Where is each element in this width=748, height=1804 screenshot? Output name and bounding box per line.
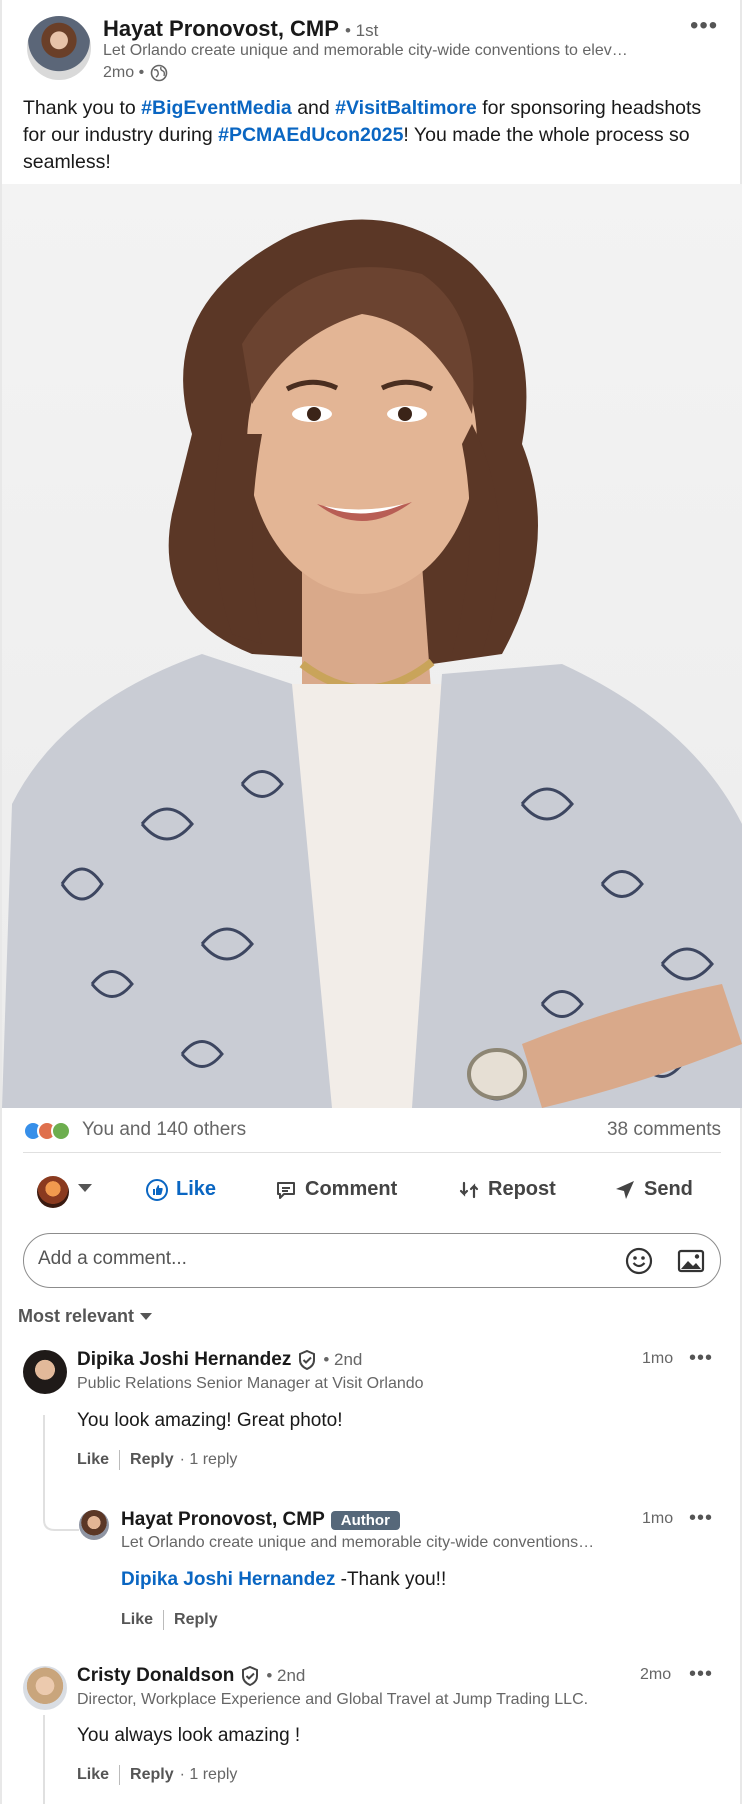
reaction-icons[interactable]	[23, 1118, 71, 1144]
comment-label: Comment	[305, 1178, 398, 1200]
hashtag-link[interactable]: #VisitBaltimore	[335, 97, 477, 119]
comment-time: 1mo	[642, 1350, 674, 1367]
separator	[163, 1610, 165, 1630]
reply-count[interactable]: · 1 reply	[180, 1766, 238, 1784]
comment-box[interactable]	[23, 1233, 721, 1288]
comment-body: You always look amazing !	[77, 1725, 301, 1746]
repost-label: Repost	[488, 1178, 556, 1200]
post-time-text: 2mo •	[103, 64, 145, 81]
emoji-icon[interactable]	[625, 1247, 653, 1275]
connection-degree: • 2nd	[266, 1666, 306, 1685]
divider	[23, 1152, 721, 1153]
reply-author-line: Hayat Pronovost, CMP Author	[121, 1509, 400, 1531]
author-avatar[interactable]	[27, 16, 91, 80]
comment-item: Dipika Joshi Hernandez • 2nd Public Rela…	[0, 1345, 742, 1475]
image-icon[interactable]	[677, 1248, 705, 1274]
sort-label: Most relevant	[18, 1306, 135, 1326]
comment-actions: Like Reply · 1 reply	[77, 1450, 237, 1470]
send-icon	[616, 1180, 634, 1199]
post-text: Thank you to #BigEventMedia and #VisitBa…	[23, 95, 728, 176]
commenter-name[interactable]: Cristy Donaldson	[77, 1665, 234, 1687]
post-text-segment: and	[291, 97, 336, 119]
reply-text: -Thank you!!	[335, 1569, 447, 1590]
post-timestamp: 2mo •	[103, 64, 168, 82]
post-text-segment: Thank you to	[23, 97, 142, 119]
author-headline: Let Orlando create unique and memorable …	[103, 42, 628, 59]
comment-icon	[277, 1181, 295, 1199]
comment-reply-button[interactable]: Reply	[130, 1766, 174, 1784]
post-image[interactable]	[2, 184, 742, 1108]
reply-time: 1mo	[642, 1510, 674, 1527]
verified-icon	[242, 1666, 259, 1686]
author-name[interactable]: Hayat Pronovost, CMP	[103, 16, 339, 42]
send-label: Send	[644, 1178, 693, 1200]
mention-link[interactable]: Dipika Joshi Hernandez	[121, 1569, 335, 1590]
commenter-headline: Public Relations Senior Manager at Visit…	[77, 1375, 424, 1392]
separator	[119, 1765, 121, 1785]
author-badge: Author	[330, 1510, 400, 1530]
actor-avatar[interactable]	[37, 1176, 69, 1208]
post-more-options-icon[interactable]: •••	[690, 12, 718, 40]
sort-dropdown[interactable]: Most relevant	[18, 1306, 153, 1327]
reply-author-avatar[interactable]	[79, 1510, 109, 1540]
comment-actions: Like Reply · 1 reply	[77, 1765, 237, 1785]
reply-body: Dipika Joshi Hernandez -Thank you!!	[121, 1569, 446, 1591]
verified-icon	[299, 1350, 316, 1370]
repost-icon	[459, 1181, 479, 1198]
headshot-illustration	[2, 219, 742, 1108]
commenter-avatar[interactable]	[23, 1350, 67, 1394]
hashtag-link[interactable]: #PCMAEdUcon2025	[218, 124, 403, 146]
comment-item: Cristy Donaldson • 2nd Director, Workpla…	[0, 1661, 742, 1804]
commenter-name[interactable]: Dipika Joshi Hernandez	[77, 1349, 291, 1371]
commenter-name-line: Cristy Donaldson • 2nd	[77, 1665, 305, 1687]
action-bar: Like Comment Repost Send	[0, 1168, 742, 1214]
post-header: Hayat Pronovost, CMP • 1st Let Orlando c…	[0, 0, 742, 96]
reply-count[interactable]: · 1 reply	[180, 1451, 238, 1469]
send-button[interactable]: Send	[614, 1178, 693, 1201]
comments-count[interactable]: 38 comments	[607, 1119, 721, 1141]
reply-author-name[interactable]: Hayat Pronovost, CMP	[121, 1509, 325, 1531]
connection-degree: • 1st	[344, 21, 379, 40]
commenter-headline: Director, Workplace Experience and Globa…	[77, 1691, 589, 1708]
comment-time: 2mo	[640, 1666, 672, 1683]
celebrate-icon	[51, 1121, 71, 1141]
globe-icon	[150, 64, 168, 82]
commenter-name-line: Dipika Joshi Hernandez • 2nd	[77, 1349, 362, 1371]
chevron-down-icon[interactable]	[78, 1184, 92, 1192]
reply-reply-button[interactable]: Reply	[174, 1611, 218, 1629]
like-label: Like	[176, 1178, 217, 1200]
connection-degree: • 2nd	[323, 1350, 363, 1369]
comment-input[interactable]	[38, 1248, 598, 1270]
comment-reply-button[interactable]: Reply	[130, 1451, 174, 1469]
comment-more-icon[interactable]: •••	[689, 1347, 713, 1370]
repost-button[interactable]: Repost	[458, 1178, 556, 1201]
reply-author-headline: Let Orlando create unique and memorable …	[121, 1534, 595, 1551]
chevron-down-icon	[140, 1313, 153, 1320]
commenter-avatar[interactable]	[23, 1666, 67, 1710]
comment-body: You look amazing! Great photo!	[77, 1410, 343, 1431]
separator	[119, 1450, 121, 1470]
comment-more-icon[interactable]: •••	[689, 1663, 713, 1686]
reactions-count[interactable]: You and 140 others	[82, 1119, 246, 1141]
reply-actions: Like Reply	[121, 1610, 218, 1630]
like-icon	[146, 1178, 168, 1201]
comment-like-button[interactable]: Like	[77, 1451, 109, 1469]
comment-like-button[interactable]: Like	[77, 1766, 109, 1784]
reply-item: Hayat Pronovost, CMP Author Let Orlando …	[0, 1505, 742, 1635]
like-button[interactable]: Like	[146, 1178, 216, 1201]
hashtag-link[interactable]: #BigEventMedia	[141, 97, 292, 119]
reply-like-button[interactable]: Like	[121, 1611, 153, 1629]
reply-more-icon[interactable]: •••	[689, 1507, 713, 1530]
author-line: Hayat Pronovost, CMP • 1st	[103, 16, 378, 42]
